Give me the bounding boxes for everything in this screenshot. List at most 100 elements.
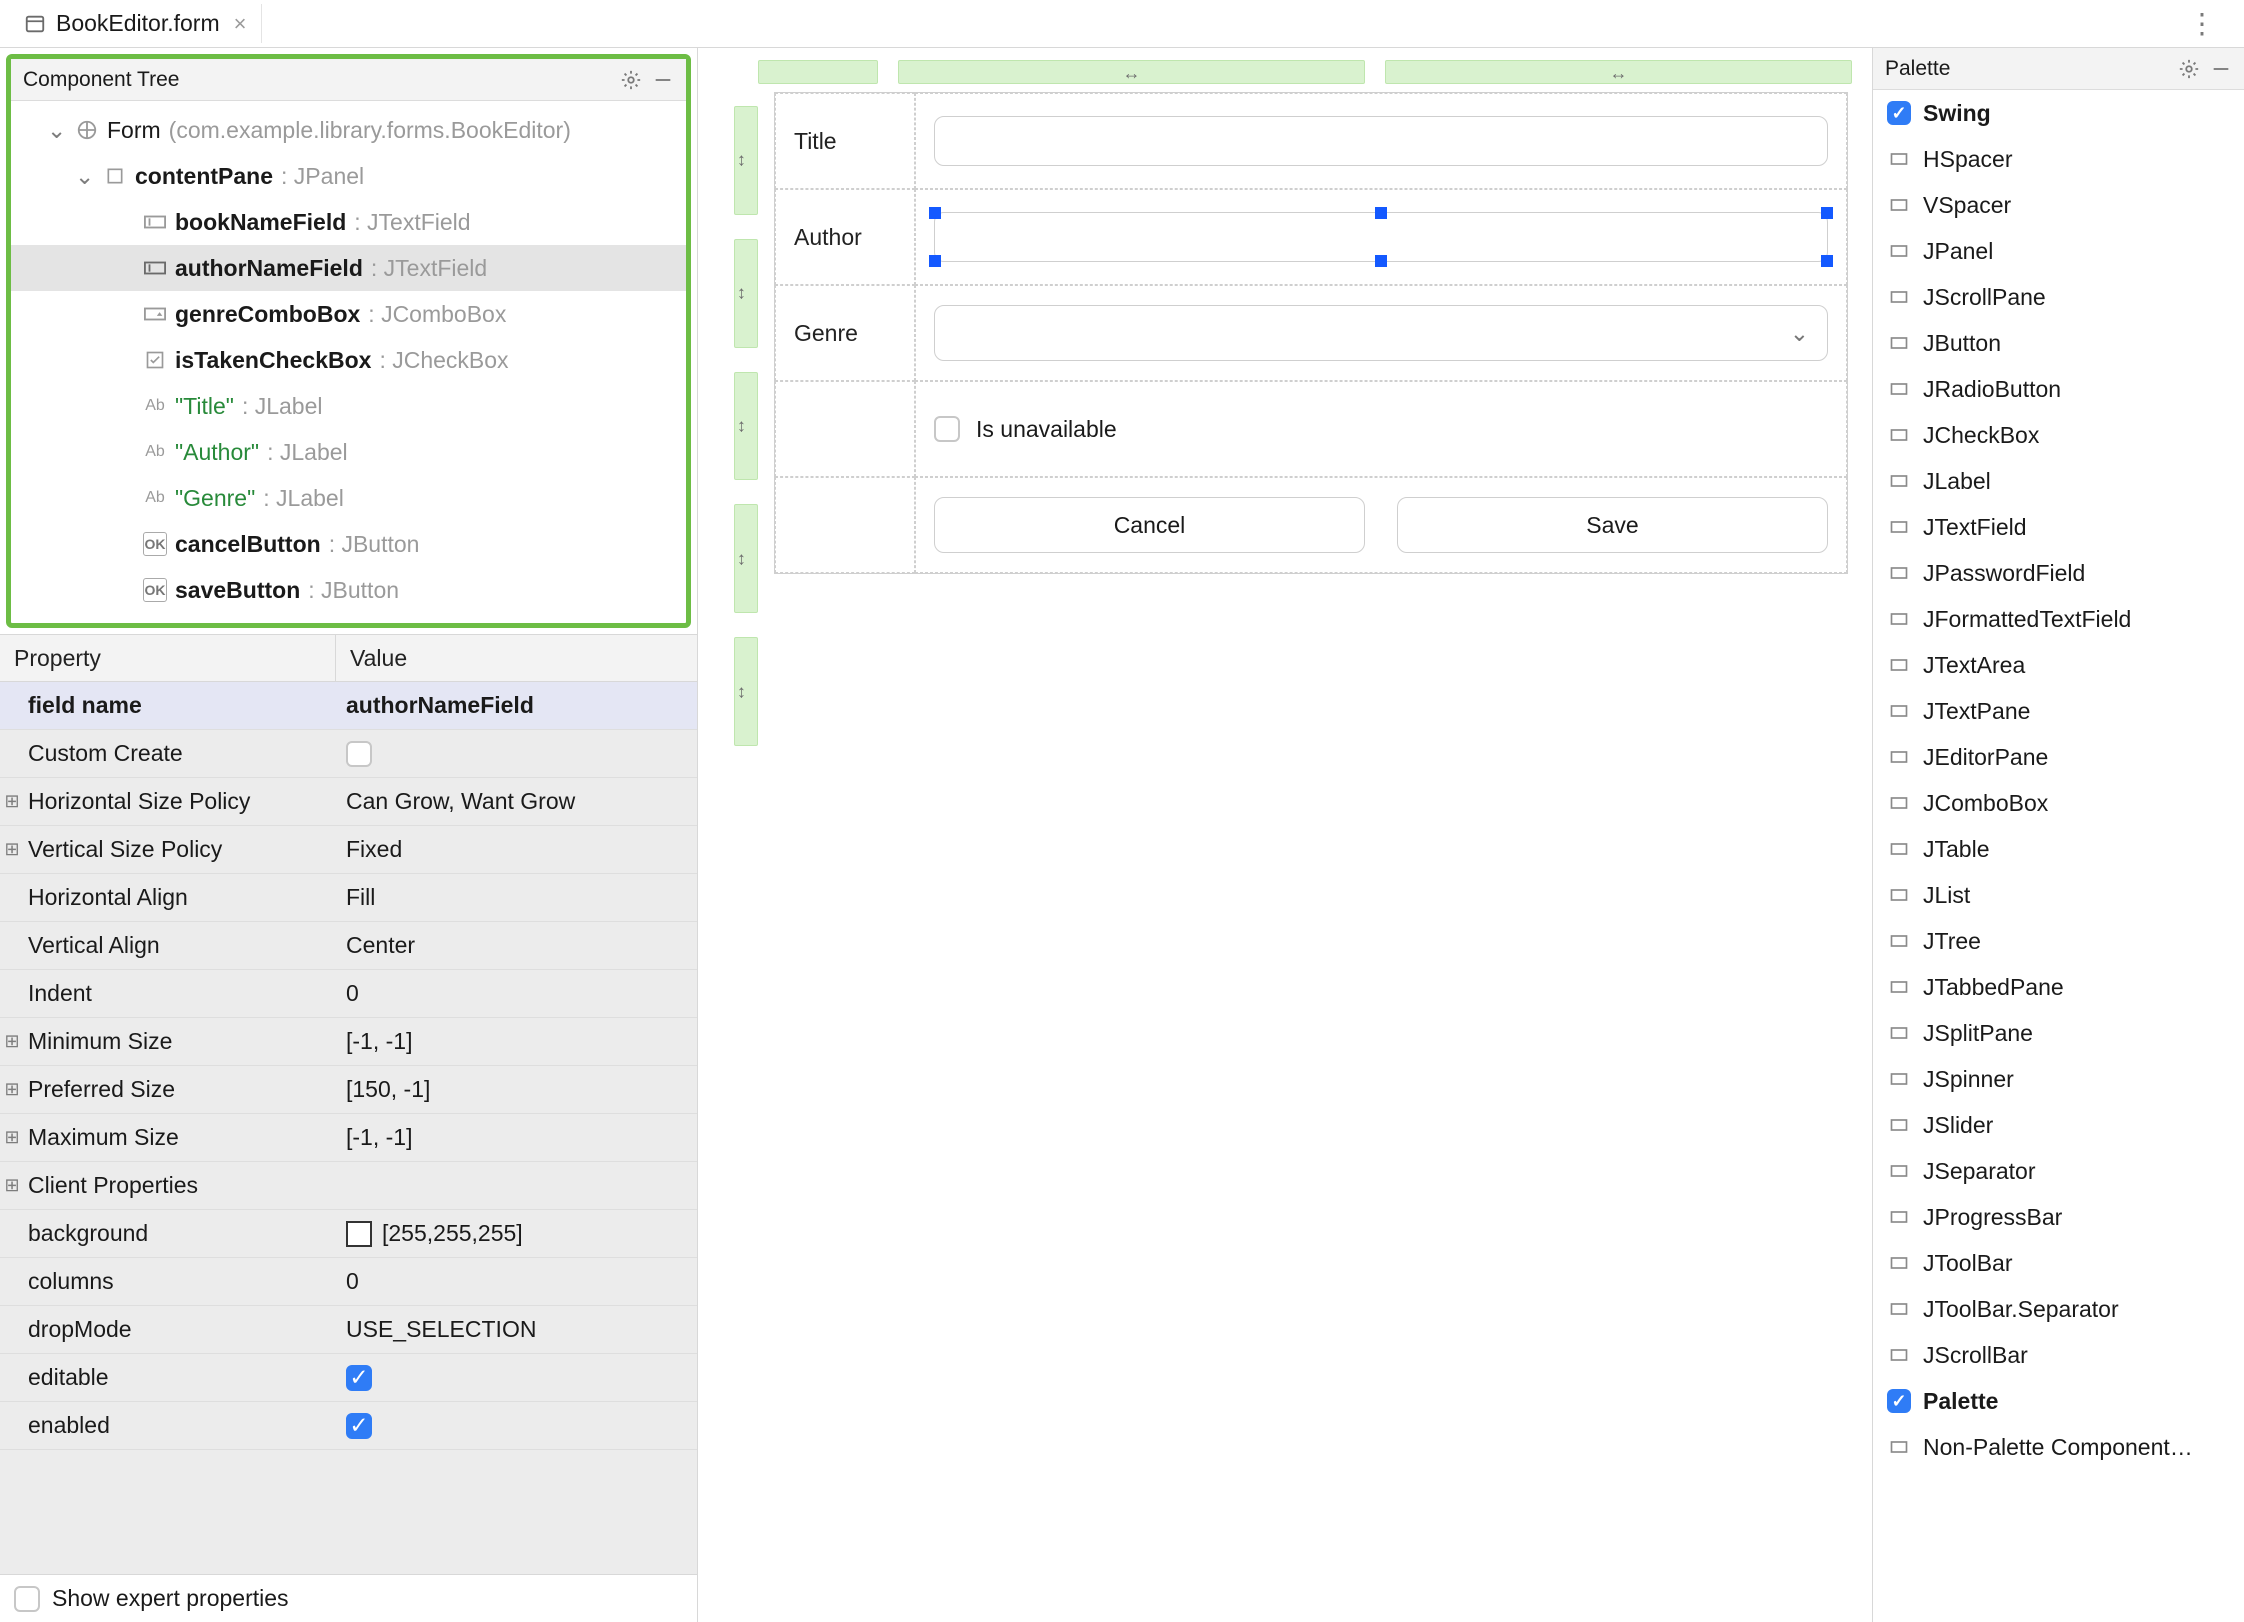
- expand-icon[interactable]: ⊞: [0, 1127, 24, 1148]
- tree-node-label-genre[interactable]: Ab "Genre" : JLabel: [11, 475, 686, 521]
- label-title-cell[interactable]: Title: [775, 93, 915, 189]
- property-value[interactable]: USE_SELECTION: [336, 1316, 697, 1343]
- palette-item[interactable]: JScrollPane: [1873, 274, 2244, 320]
- close-tab-icon[interactable]: ×: [234, 11, 247, 37]
- property-row[interactable]: Indent0: [0, 970, 697, 1018]
- property-row[interactable]: ⊞Horizontal Size PolicyCan Grow, Want Gr…: [0, 778, 697, 826]
- palette-item[interactable]: JLabel: [1873, 458, 2244, 504]
- property-row[interactable]: editable✓: [0, 1354, 697, 1402]
- ruler-segment[interactable]: ↕: [734, 372, 758, 481]
- palette-item[interactable]: JTree: [1873, 918, 2244, 964]
- save-button[interactable]: Save: [1397, 497, 1828, 553]
- palette-item[interactable]: JTextField: [1873, 504, 2244, 550]
- tab-overflow-menu-icon[interactable]: ⋮: [2172, 7, 2234, 40]
- tree-node-genrecombobox[interactable]: genreComboBox : JComboBox: [11, 291, 686, 337]
- property-value[interactable]: ✓: [336, 1413, 697, 1439]
- palette-group[interactable]: ✓Palette: [1873, 1378, 2244, 1424]
- editor-tab[interactable]: BookEditor.form ×: [10, 4, 262, 43]
- tree-node-contentpane[interactable]: ⌄ contentPane : JPanel: [11, 153, 686, 199]
- property-row[interactable]: Vertical AlignCenter: [0, 922, 697, 970]
- ruler-segment[interactable]: ↕: [734, 106, 758, 215]
- palette-item[interactable]: VSpacer: [1873, 182, 2244, 228]
- genre-combobox[interactable]: ⌄: [934, 305, 1828, 361]
- ruler-segment[interactable]: ↕: [734, 504, 758, 613]
- property-value[interactable]: authorNameField: [336, 692, 697, 719]
- property-row[interactable]: field nameauthorNameField: [0, 682, 697, 730]
- tree-node-authornamefield[interactable]: authorNameField : JTextField: [11, 245, 686, 291]
- palette-item[interactable]: JButton: [1873, 320, 2244, 366]
- title-textfield[interactable]: [934, 116, 1828, 166]
- gear-icon[interactable]: [2178, 58, 2200, 80]
- properties-header-value[interactable]: Value: [336, 635, 697, 681]
- palette-item[interactable]: JSpinner: [1873, 1056, 2244, 1102]
- palette-item[interactable]: JList: [1873, 872, 2244, 918]
- property-value[interactable]: Center: [336, 932, 697, 959]
- palette-item[interactable]: JSlider: [1873, 1102, 2244, 1148]
- expand-icon[interactable]: ⊞: [0, 839, 24, 860]
- minimize-icon[interactable]: [652, 69, 674, 91]
- buttons-cell[interactable]: Cancel Save: [915, 477, 1847, 573]
- property-value[interactable]: 0: [336, 1268, 697, 1295]
- gear-icon[interactable]: [620, 69, 642, 91]
- ruler-segment[interactable]: ↕: [734, 239, 758, 348]
- palette-item[interactable]: JProgressBar: [1873, 1194, 2244, 1240]
- empty-cell[interactable]: [775, 477, 915, 573]
- tree-node-istakencheckbox[interactable]: isTakenCheckBox : JCheckBox: [11, 337, 686, 383]
- expand-icon[interactable]: ⊞: [0, 1079, 24, 1100]
- expand-icon[interactable]: ⊞: [0, 791, 24, 812]
- properties-table[interactable]: field nameauthorNameFieldCustom Create⊞H…: [0, 682, 697, 1574]
- minimize-icon[interactable]: [2210, 58, 2232, 80]
- unavailable-cell[interactable]: Is unavailable: [915, 381, 1847, 477]
- palette-item[interactable]: JSeparator: [1873, 1148, 2244, 1194]
- property-value[interactable]: Fill: [336, 884, 697, 911]
- palette-item[interactable]: JPanel: [1873, 228, 2244, 274]
- property-row[interactable]: ⊞Vertical Size PolicyFixed: [0, 826, 697, 874]
- selection-handle[interactable]: [1375, 255, 1387, 267]
- genre-combo-cell[interactable]: ⌄: [915, 285, 1847, 381]
- checkbox[interactable]: [346, 741, 372, 767]
- property-value[interactable]: [-1, -1]: [336, 1028, 697, 1055]
- empty-cell[interactable]: [775, 381, 915, 477]
- property-value[interactable]: [-1, -1]: [336, 1124, 697, 1151]
- ruler-segment[interactable]: [758, 60, 878, 84]
- label-author-cell[interactable]: Author: [775, 189, 915, 285]
- cancel-button[interactable]: Cancel: [934, 497, 1365, 553]
- tree-node-savebutton[interactable]: OK saveButton : JButton: [11, 567, 686, 613]
- palette-item[interactable]: Non-Palette Component…: [1873, 1424, 2244, 1470]
- palette-item[interactable]: JComboBox: [1873, 780, 2244, 826]
- chevron-down-icon[interactable]: ⌄: [75, 163, 95, 190]
- selection-handle[interactable]: [929, 255, 941, 267]
- tree-node-form[interactable]: ⌄ Form (com.example.library.forms.BookEd…: [11, 107, 686, 153]
- expand-icon[interactable]: ⊞: [0, 1031, 24, 1052]
- expand-icon[interactable]: ⊞: [0, 1175, 24, 1196]
- tree-node-cancelbutton[interactable]: OK cancelButton : JButton: [11, 521, 686, 567]
- property-row[interactable]: background[255,255,255]: [0, 1210, 697, 1258]
- form-designer[interactable]: ↔ ↔ ↕ ↕ ↕ ↕ ↕ Title Author: [698, 48, 1872, 1622]
- palette-item[interactable]: JTextPane: [1873, 688, 2244, 734]
- checkbox[interactable]: ✓: [346, 1365, 372, 1391]
- palette-item[interactable]: JRadioButton: [1873, 366, 2244, 412]
- palette-group[interactable]: ✓Swing: [1873, 90, 2244, 136]
- palette-item[interactable]: JTable: [1873, 826, 2244, 872]
- property-row[interactable]: ⊞Preferred Size[150, -1]: [0, 1066, 697, 1114]
- property-value[interactable]: 0: [336, 980, 697, 1007]
- property-value[interactable]: [255,255,255]: [336, 1220, 697, 1247]
- palette-item[interactable]: JToolBar: [1873, 1240, 2244, 1286]
- checkbox[interactable]: ✓: [346, 1413, 372, 1439]
- palette-item[interactable]: JToolBar.Separator: [1873, 1286, 2244, 1332]
- ruler-segment[interactable]: ↔: [1385, 60, 1852, 84]
- palette-item[interactable]: JCheckBox: [1873, 412, 2244, 458]
- property-row[interactable]: Custom Create: [0, 730, 697, 778]
- selection-handle[interactable]: [1375, 207, 1387, 219]
- property-row[interactable]: dropModeUSE_SELECTION: [0, 1306, 697, 1354]
- property-value[interactable]: [336, 741, 697, 767]
- property-value[interactable]: [150, -1]: [336, 1076, 697, 1103]
- title-field-cell[interactable]: [915, 93, 1847, 189]
- show-expert-checkbox[interactable]: [14, 1586, 40, 1612]
- palette-item[interactable]: JTextArea: [1873, 642, 2244, 688]
- property-row[interactable]: columns0: [0, 1258, 697, 1306]
- palette-item[interactable]: JFormattedTextField: [1873, 596, 2244, 642]
- tree-node-booknamefield[interactable]: bookNameField : JTextField: [11, 199, 686, 245]
- property-row[interactable]: enabled✓: [0, 1402, 697, 1450]
- palette-list[interactable]: ✓SwingHSpacerVSpacerJPanelJScrollPaneJBu…: [1873, 90, 2244, 1622]
